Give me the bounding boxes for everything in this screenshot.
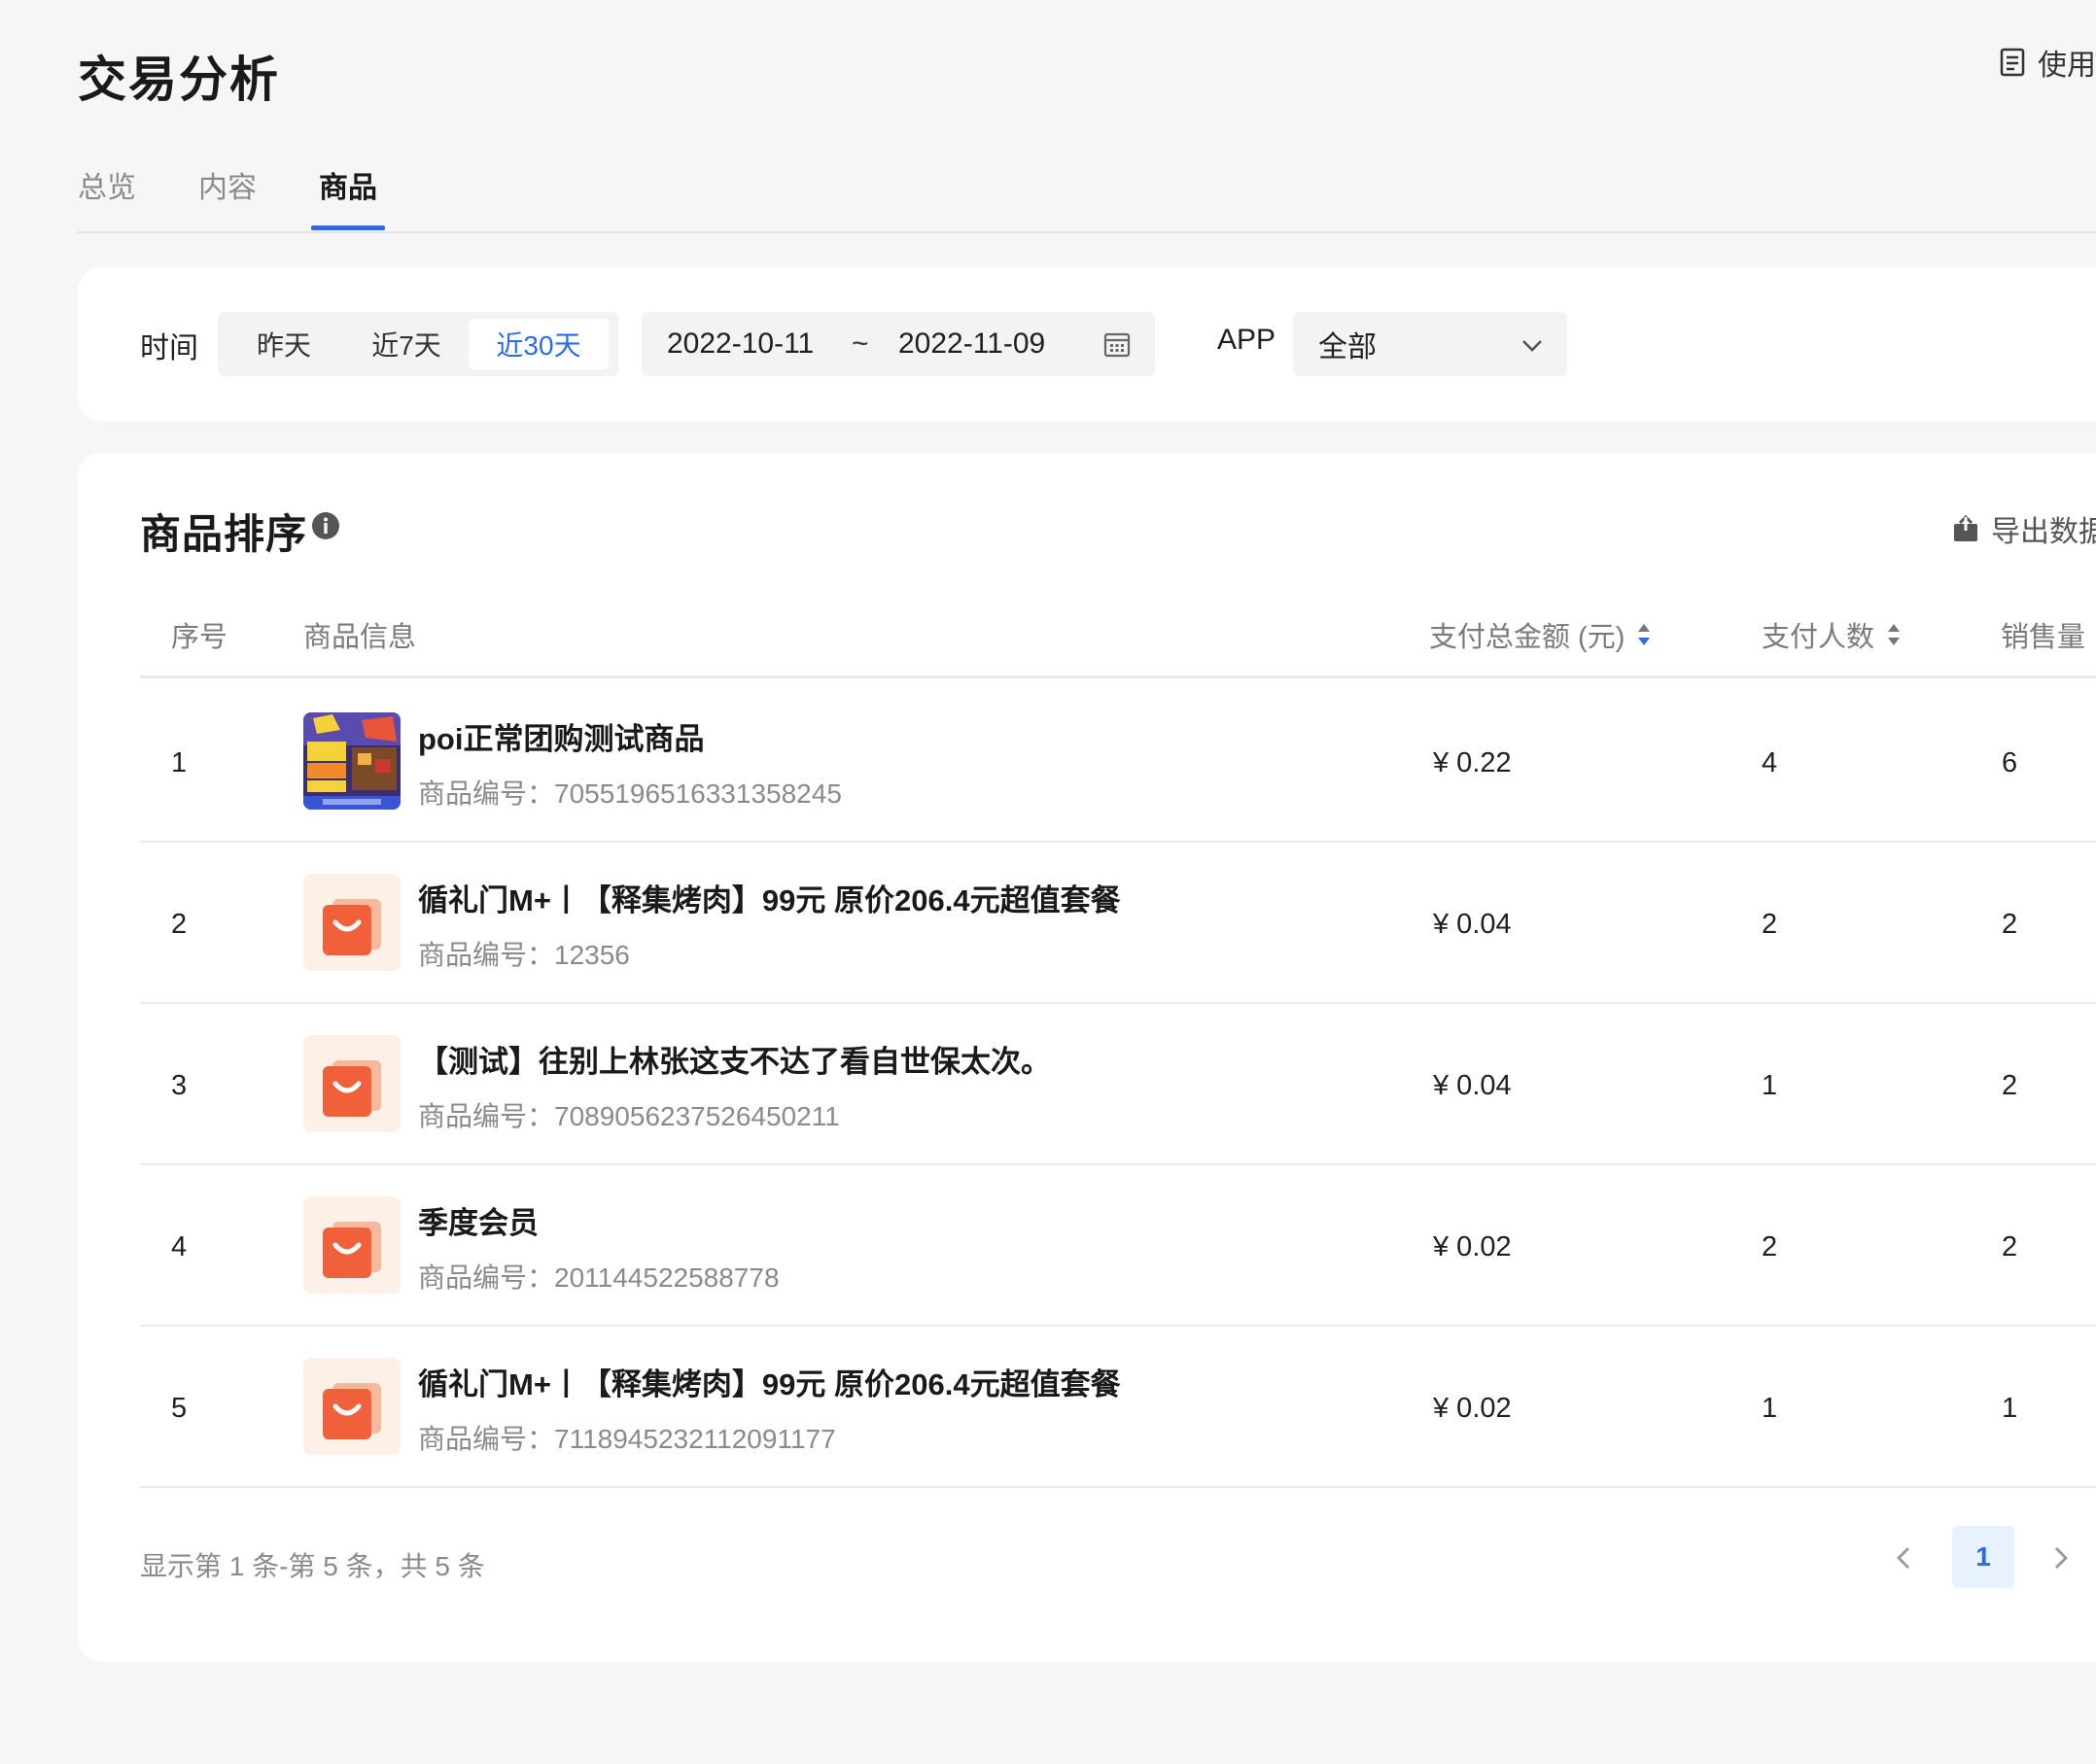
calendar-icon[interactable] [1102, 329, 1132, 359]
row-index: 1 [171, 747, 188, 778]
table-header: 序号 商品信息 支付总金额 (元) 支付人数 销售量 [140, 614, 2096, 678]
chevron-right-icon[interactable] [2045, 1543, 2075, 1573]
sales-volume: 2 [2002, 1231, 2018, 1262]
product-id: 商品编号：201144522588778 [418, 1262, 780, 1293]
table-row[interactable]: 1 poi正常团购测试商品 商品编号：7055196516331358245 ¥… [140, 681, 2096, 843]
payment-amount: ¥ 0.22 [1433, 747, 1512, 778]
filter-card: 时间 昨天 近7天 近30天 2022-10-11 ~ 2022-11-09 A… [78, 267, 2096, 421]
page-title: 交易分析 [78, 52, 280, 107]
sort-icon[interactable] [1886, 621, 1902, 648]
product-thumbnail [303, 712, 401, 810]
product-id: 商品编号：12356 [418, 940, 630, 970]
payer-count: 2 [1762, 909, 1778, 940]
date-start[interactable]: 2022-10-11 [667, 328, 814, 361]
tab-bar: 总览 内容 商品 [78, 156, 2096, 233]
table-row[interactable]: 4 季度会员 商品编号：201144522588778 ¥ 0.02 2 2 [140, 1165, 2096, 1327]
tab-content[interactable]: 内容 [198, 156, 257, 231]
product-thumbnail [303, 1035, 401, 1132]
payer-count: 1 [1762, 1393, 1778, 1424]
sales-volume: 6 [2002, 747, 2018, 778]
col-info: 商品信息 [303, 622, 417, 653]
tab-products[interactable]: 商品 [311, 156, 385, 231]
col-sales[interactable]: 销售量 [2001, 614, 2096, 655]
ranking-title: 商品排序 [140, 511, 308, 557]
product-name[interactable]: poi正常团购测试商品 [418, 714, 704, 758]
sales-volume: 1 [2002, 1393, 2018, 1424]
product-id: 商品编号：7118945232112091177 [418, 1424, 836, 1454]
range-30days-button[interactable]: 近30天 [469, 319, 609, 369]
product-name[interactable]: 季度会员 [418, 1198, 539, 1242]
date-end[interactable]: 2022-11-09 [898, 328, 1045, 361]
sales-volume: 2 [2002, 909, 2018, 940]
time-label: 时间 [140, 332, 198, 364]
document-icon [2000, 48, 2025, 77]
row-index: 3 [171, 1070, 188, 1101]
date-separator: ~ [852, 328, 869, 360]
product-id: 商品编号：7089056237526450211 [418, 1101, 840, 1131]
shopping-bag-icon [323, 1060, 381, 1117]
chevron-left-icon[interactable] [1890, 1543, 1919, 1573]
table-row[interactable]: 2 循礼门M+丨【释集烤肉】99元 原价206.4元超值套餐 商品编号：1235… [140, 843, 2096, 1004]
time-range-segmented: 昨天 近7天 近30天 [218, 312, 618, 376]
payer-count: 4 [1762, 747, 1778, 778]
ranking-card: 商品排序 导出数据 序号 商品信息 支付总金额 (元) 支付人数 销售量 1 p… [78, 453, 2096, 1662]
col-buyers[interactable]: 支付人数 [1762, 614, 1902, 655]
export-icon [1954, 514, 1977, 541]
page-root: 交易分析 使用 总览 内容 商品 时间 昨天 近7天 近30天 2022-10-… [0, 0, 2096, 1764]
payment-amount: ¥ 0.04 [1433, 909, 1512, 940]
date-range-picker[interactable]: 2022-10-11 ~ 2022-11-09 [642, 312, 1155, 376]
sales-volume: 2 [2002, 1070, 2018, 1101]
help-link[interactable]: 使用 [1999, 41, 2096, 84]
product-id: 商品编号：7055196516331358245 [418, 778, 842, 809]
payment-amount: ¥ 0.02 [1433, 1231, 1512, 1262]
tab-overview[interactable]: 总览 [78, 156, 136, 231]
payer-count: 1 [1762, 1070, 1778, 1101]
payment-amount: ¥ 0.02 [1433, 1393, 1512, 1424]
payer-count: 2 [1762, 1231, 1778, 1262]
promo-image [303, 712, 401, 810]
range-yesterday-button[interactable]: 昨天 [224, 319, 344, 369]
export-data-button[interactable]: 导出数据 [1952, 507, 2096, 550]
col-index: 序号 [171, 622, 228, 653]
shopping-bag-icon [323, 899, 381, 955]
row-index: 2 [171, 909, 188, 940]
app-label: APP [1217, 324, 1276, 356]
help-label: 使用 [2038, 50, 2096, 82]
pagination-summary: 显示第 1 条-第 5 条，共 5 条 [140, 1551, 485, 1581]
app-select[interactable]: 全部 [1293, 312, 1567, 376]
product-name[interactable]: 循礼门M+丨【释集烤肉】99元 原价206.4元超值套餐 [418, 876, 1121, 919]
table-row[interactable]: 3 【测试】往别上林张这支不达了看自世保太次。 商品编号：70890562375… [140, 1004, 2096, 1165]
col-amount[interactable]: 支付总金额 (元) [1429, 614, 1652, 655]
product-name[interactable]: 【测试】往别上林张这支不达了看自世保太次。 [418, 1037, 1051, 1081]
export-label: 导出数据 [1991, 516, 2096, 548]
info-icon[interactable] [311, 511, 340, 540]
shopping-bag-icon [323, 1222, 381, 1278]
product-name[interactable]: 循礼门M+丨【释集烤肉】99元 原价206.4元超值套餐 [418, 1360, 1121, 1403]
product-thumbnail [303, 1358, 401, 1455]
product-thumbnail [303, 874, 401, 971]
range-7days-button[interactable]: 近7天 [344, 319, 469, 369]
pagination: 1 [1890, 1526, 2084, 1590]
payment-amount: ¥ 0.04 [1433, 1070, 1512, 1101]
shopping-bag-icon [323, 1383, 381, 1439]
chevron-down-icon [1522, 340, 1542, 352]
product-thumbnail [303, 1196, 401, 1294]
row-index: 4 [171, 1231, 188, 1262]
row-index: 5 [171, 1393, 188, 1424]
page-number-button[interactable]: 1 [1952, 1526, 2014, 1588]
app-select-value: 全部 [1318, 331, 1377, 363]
table-row[interactable]: 5 循礼门M+丨【释集烤肉】99元 原价206.4元超值套餐 商品编号：7118… [140, 1327, 2096, 1488]
sort-icon[interactable] [1636, 621, 1652, 648]
